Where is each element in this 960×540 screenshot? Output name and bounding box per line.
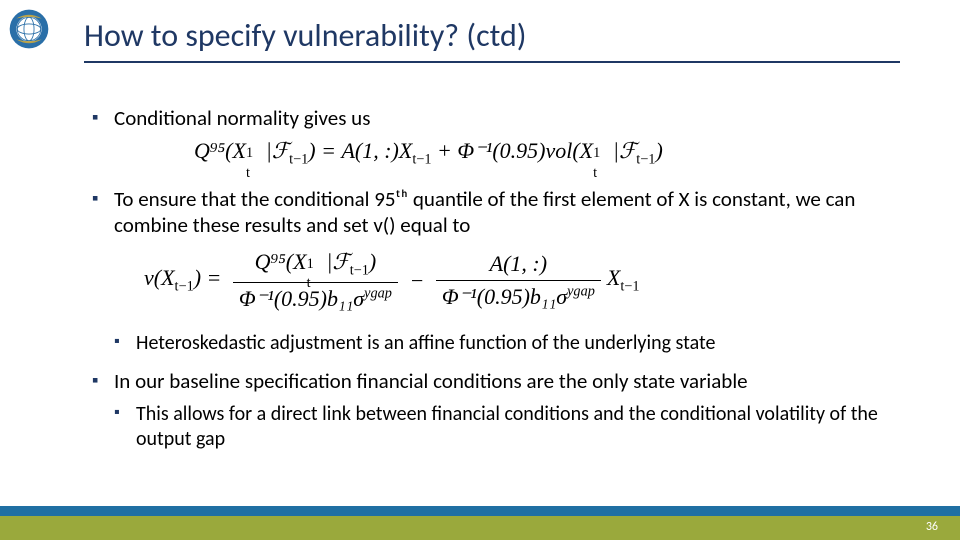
imf-logo-icon <box>8 8 50 50</box>
bullet-text: In our baseline specification financial … <box>114 368 748 394</box>
footer-accent-top <box>0 506 960 516</box>
bullet-text: To ensure that the conditional 95ᵗʰ quan… <box>114 186 855 238</box>
slide: How to specify vulnerability? (ctd) Cond… <box>0 0 960 540</box>
page-number: 36 <box>926 520 938 534</box>
bullet-ensure-quantile: To ensure that the conditional 95ᵗʰ quan… <box>92 186 900 356</box>
equation-q95: Q⁹⁵(X1t|ℱt−1) = A(1, :)Xt−1 + Φ⁻¹(0.95)v… <box>194 137 900 169</box>
footer-bar: 36 <box>0 506 960 540</box>
bullet-text: Heteroskedastic adjustment is an affine … <box>136 331 715 355</box>
bullet-text: This allows for a direct link between fi… <box>136 402 878 451</box>
subbullet-direct-link: This allows for a direct link between fi… <box>114 402 900 452</box>
footer-accent-bottom <box>0 516 960 540</box>
bullet-conditional-normality: Conditional normality gives us Q⁹⁵(X1t|ℱ… <box>92 105 900 170</box>
slide-body: Conditional normality gives us Q⁹⁵(X1t|ℱ… <box>92 105 900 464</box>
equation-v: v(Xt−1) = Q⁹⁵(X1t|ℱt−1) Φ⁻¹(0.95)b₁₁σyga… <box>144 248 900 313</box>
bullet-baseline-spec: In our baseline specification financial … <box>92 368 900 452</box>
bullet-text: Conditional normality gives us <box>114 105 370 131</box>
subbullet-heteroskedastic: Heteroskedastic adjustment is an affine … <box>114 331 900 356</box>
slide-title: How to specify vulnerability? (ctd) <box>84 16 900 63</box>
